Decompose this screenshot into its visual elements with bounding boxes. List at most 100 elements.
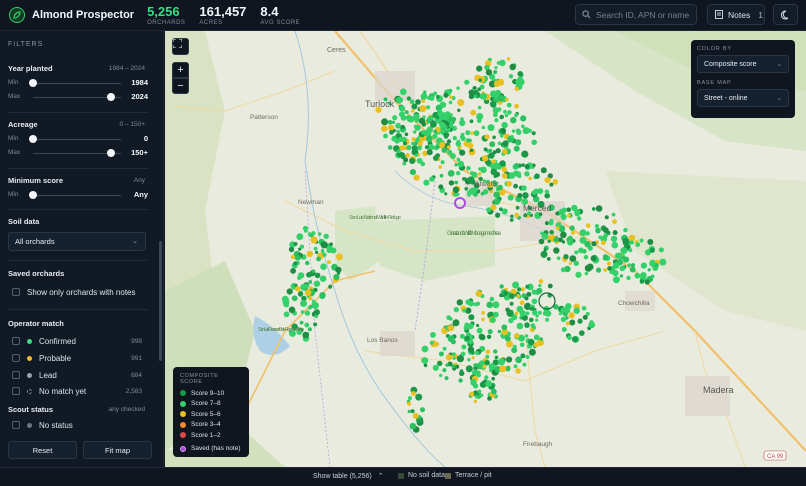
map-canvas[interactable]: Ceres Turlock Patterson Newman Merced At… [165, 31, 806, 467]
orchard-marker[interactable] [404, 110, 409, 114]
orchard-marker[interactable] [429, 176, 435, 182]
orchard-marker[interactable] [510, 135, 514, 139]
orchard-marker[interactable] [555, 211, 560, 216]
orchard-marker[interactable] [402, 141, 408, 146]
orchard-marker[interactable] [288, 306, 296, 314]
orchard-marker[interactable] [612, 270, 619, 277]
operator-confirmed-checkbox[interactable]: Confirmed 998 [12, 335, 146, 347]
orchard-marker[interactable] [486, 334, 492, 339]
orchard-marker[interactable] [444, 192, 448, 196]
orchard-marker[interactable] [417, 145, 422, 151]
orchard-marker[interactable] [515, 356, 522, 364]
orchard-marker[interactable] [493, 198, 501, 205]
orchard-marker[interactable] [500, 127, 507, 134]
orchard-marker[interactable] [466, 165, 471, 171]
orchard-marker[interactable] [405, 114, 412, 121]
orchard-marker[interactable] [473, 363, 478, 368]
orchard-marker[interactable] [413, 130, 417, 134]
orchard-marker[interactable] [531, 289, 537, 295]
orchard-marker[interactable] [477, 105, 482, 110]
orchard-marker[interactable] [471, 356, 475, 360]
orchard-marker[interactable] [467, 358, 471, 362]
orchard-marker[interactable] [405, 152, 410, 158]
orchard-marker[interactable] [525, 355, 530, 359]
orchard-marker[interactable] [423, 131, 429, 137]
orchard-marker[interactable] [297, 272, 305, 279]
orchard-marker[interactable] [413, 141, 418, 146]
orchard-marker[interactable] [421, 345, 429, 353]
orchard-marker[interactable] [400, 115, 407, 121]
orchard-marker[interactable] [512, 281, 520, 289]
orchard-marker[interactable] [456, 139, 461, 144]
orchard-marker[interactable] [447, 324, 454, 332]
orchard-marker[interactable] [467, 323, 474, 330]
orchard-marker[interactable] [485, 69, 493, 76]
orchard-marker[interactable] [619, 265, 626, 272]
orchard-marker[interactable] [420, 93, 428, 100]
orchard-marker[interactable] [423, 90, 427, 94]
orchard-marker[interactable] [441, 147, 448, 153]
orchard-marker[interactable] [300, 310, 305, 314]
orchard-marker[interactable] [458, 378, 463, 383]
orchard-marker[interactable] [659, 258, 667, 266]
slider-thumb[interactable] [29, 191, 37, 199]
orchard-marker[interactable] [497, 358, 506, 366]
orchard-marker[interactable] [427, 115, 434, 122]
orchard-marker[interactable] [473, 94, 478, 99]
orchard-marker[interactable] [400, 88, 407, 96]
orchard-marker[interactable] [544, 177, 551, 184]
orchard-marker[interactable] [457, 108, 461, 113]
orchard-marker[interactable] [509, 293, 515, 299]
orchard-marker[interactable] [414, 153, 418, 157]
orchard-marker[interactable] [555, 226, 560, 231]
orchard-marker[interactable] [454, 180, 459, 185]
orchard-marker[interactable] [509, 301, 514, 306]
orchard-marker[interactable] [481, 317, 485, 322]
orchard-marker[interactable] [444, 376, 449, 381]
orchard-marker[interactable] [501, 173, 508, 179]
orchard-marker[interactable] [333, 274, 340, 281]
orchard-marker[interactable] [304, 289, 312, 297]
orchard-marker[interactable] [628, 234, 636, 242]
orchard-marker[interactable] [320, 249, 325, 253]
orchard-marker[interactable] [459, 119, 466, 127]
orchard-marker[interactable] [528, 348, 536, 356]
orchard-marker[interactable] [489, 141, 496, 148]
orchard-marker[interactable] [435, 145, 440, 150]
orchard-marker[interactable] [429, 340, 434, 345]
orchard-marker[interactable] [503, 290, 508, 296]
orchard-marker[interactable] [522, 192, 529, 199]
orchard-marker[interactable] [480, 166, 487, 174]
orchard-marker[interactable] [449, 113, 453, 117]
orchard-marker[interactable] [517, 71, 523, 77]
orchard-marker[interactable] [467, 176, 475, 184]
orchard-marker[interactable] [407, 401, 412, 406]
orchard-marker[interactable] [489, 90, 498, 98]
orchard-marker[interactable] [519, 300, 525, 306]
orchard-marker[interactable] [467, 142, 474, 149]
orchard-marker[interactable] [499, 365, 507, 373]
orchard-marker[interactable] [481, 155, 489, 162]
orchard-marker[interactable] [415, 99, 421, 105]
orchard-marker[interactable] [464, 187, 469, 191]
orchard-marker[interactable] [584, 271, 589, 276]
orchard-marker[interactable] [425, 135, 433, 143]
orchard-marker[interactable] [468, 138, 472, 143]
orchard-marker[interactable] [306, 250, 313, 258]
orchard-marker[interactable] [515, 139, 522, 146]
orchard-marker[interactable] [421, 99, 426, 103]
orchard-marker[interactable] [415, 393, 423, 401]
orchard-marker[interactable] [560, 231, 567, 239]
orchard-marker[interactable] [571, 230, 575, 235]
orchard-marker[interactable] [299, 244, 305, 249]
orchard-marker[interactable] [468, 89, 475, 96]
orchard-marker[interactable] [619, 274, 624, 278]
orchard-marker[interactable] [513, 364, 518, 369]
orchard-marker[interactable] [477, 389, 482, 394]
orchard-marker[interactable] [290, 268, 296, 274]
orchard-marker[interactable] [635, 242, 641, 248]
orchard-marker[interactable] [538, 284, 542, 288]
orchard-marker[interactable] [407, 396, 412, 401]
orchard-marker[interactable] [620, 247, 628, 255]
orchard-marker[interactable] [465, 365, 473, 373]
